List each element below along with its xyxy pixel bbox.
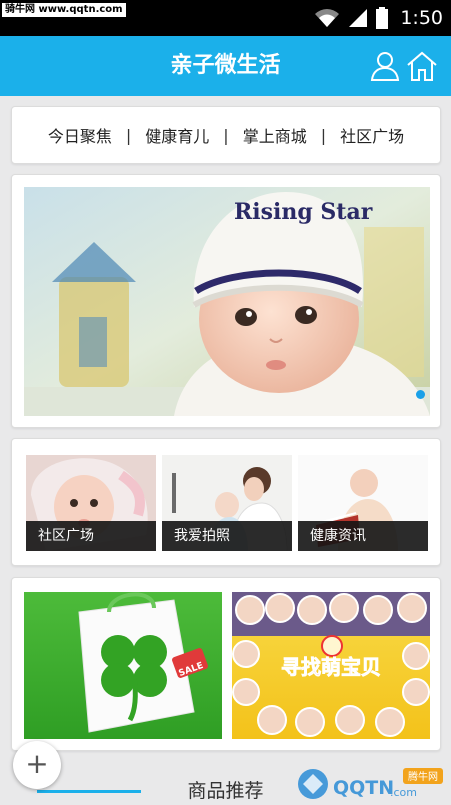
tile-label: 健康资讯 bbox=[298, 521, 428, 551]
poster-title: 寻找萌宝贝 bbox=[281, 655, 381, 679]
status-time: 1:50 bbox=[400, 7, 443, 29]
add-button[interactable]: + bbox=[13, 741, 61, 789]
tile-label: 我爱拍照 bbox=[162, 521, 292, 551]
nav-item-today-focus[interactable]: 今日聚焦 bbox=[44, 123, 116, 147]
title-bar: 亲子微生活 bbox=[0, 36, 451, 96]
banner-card: Rising Star bbox=[11, 174, 441, 428]
logo-sub: 腾牛网 bbox=[408, 770, 438, 783]
tile-photo[interactable]: 我爱拍照 bbox=[162, 455, 292, 551]
wifi-icon bbox=[315, 9, 340, 27]
banner-carousel[interactable]: Rising Star bbox=[24, 187, 430, 416]
baby-contest-poster: 寻找萌宝贝 bbox=[232, 592, 430, 739]
nav-separator: | bbox=[223, 125, 229, 145]
nav-separator: | bbox=[320, 125, 327, 145]
logo-domain: .com bbox=[390, 786, 417, 799]
hat-text: Rising Star bbox=[234, 199, 373, 225]
watermark: 骑牛网 www.qqtn.com bbox=[2, 3, 126, 17]
signal-icon bbox=[349, 9, 368, 27]
tile-community[interactable]: 社区广场 bbox=[26, 455, 156, 551]
home-icon[interactable] bbox=[406, 50, 438, 82]
nav-item-healthy-parenting[interactable]: 健康育儿 bbox=[141, 123, 213, 147]
carousel-indicator-dot[interactable] bbox=[416, 390, 425, 399]
logo-text: QQTN bbox=[333, 777, 394, 799]
shopping-bag-image: SALE bbox=[24, 592, 222, 739]
qqtn-logo: QQTN .com 腾牛网 bbox=[298, 768, 443, 799]
nav-separator: | bbox=[125, 125, 132, 145]
nav-item-mobile-mall[interactable]: 掌上商城 bbox=[239, 123, 311, 147]
baby-banner-image: Rising Star bbox=[24, 187, 430, 416]
nav-item-community[interactable]: 社区广场 bbox=[336, 123, 408, 147]
promo-shop-banner[interactable]: SALE bbox=[24, 592, 222, 739]
tile-health[interactable]: 健康资讯 bbox=[298, 455, 428, 551]
promo-card: SALE 寻找萌宝贝 bbox=[11, 577, 441, 751]
active-tab-indicator bbox=[37, 790, 141, 793]
status-bar: 骑牛网 www.qqtn.com 1:50 bbox=[0, 0, 451, 36]
user-icon[interactable] bbox=[369, 50, 401, 82]
category-card: 社区广场 我爱拍照 健康资讯 bbox=[11, 438, 441, 566]
status-icons: 1:50 bbox=[314, 5, 443, 31]
nav-strip: 今日聚焦 | 健康育儿 | 掌上商城 | 社区广场 bbox=[11, 106, 441, 164]
tile-label: 社区广场 bbox=[26, 521, 156, 551]
battery-icon bbox=[376, 7, 389, 29]
promo-cute-baby-contest[interactable]: 寻找萌宝贝 bbox=[232, 592, 430, 739]
app-screen: 骑牛网 www.qqtn.com 1:50 亲子微生活 今日聚焦 | 健康育儿 … bbox=[0, 0, 451, 805]
